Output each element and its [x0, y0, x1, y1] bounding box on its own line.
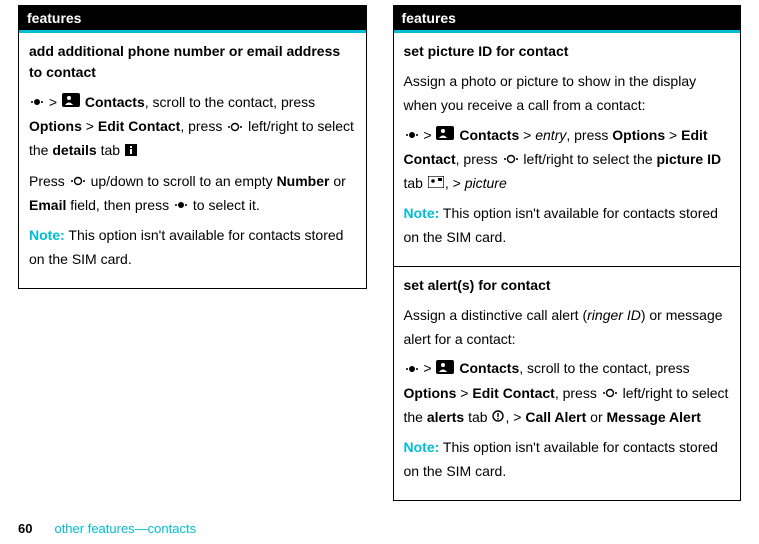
left-step-2: Press up/down to scroll to an empty Numb…	[29, 170, 356, 218]
t: tab	[404, 175, 427, 191]
t: , scroll to the contact, press	[519, 360, 689, 376]
ringer-id-label: ringer ID	[587, 307, 641, 323]
page-footer: 60 other features—contacts	[18, 521, 196, 536]
t: or	[586, 409, 606, 425]
right-section-1: set picture ID for contact Assign a phot…	[394, 33, 741, 267]
right-section-1-desc: Assign a photo or picture to show in the…	[404, 70, 731, 118]
note-text: This option isn't available for contacts…	[404, 439, 718, 479]
contacts-app-icon	[62, 91, 80, 115]
edit-contact-label: Edit Contact	[472, 385, 554, 401]
t: , >	[505, 409, 525, 425]
picture-id-label: picture ID	[657, 151, 722, 167]
t: tab	[464, 409, 491, 425]
contacts-label: Contacts	[459, 127, 519, 143]
t: , press	[566, 127, 612, 143]
contacts-label: Contacts	[459, 360, 519, 376]
t: , press	[456, 151, 502, 167]
center-key-icon	[405, 124, 419, 148]
t: >	[519, 127, 535, 143]
details-tab-icon	[125, 140, 137, 164]
t: , press	[555, 385, 601, 401]
right-step-1: > Contacts > entry, press Options > Edit…	[404, 124, 731, 197]
number-label: Number	[277, 173, 330, 189]
right-section-2-title: set alert(s) for contact	[404, 275, 731, 296]
t: field, then press	[66, 197, 173, 213]
t: >	[420, 360, 436, 376]
contacts-app-icon	[436, 124, 454, 148]
footer-breadcrumb: other features—contacts	[54, 521, 196, 536]
options-label: Options	[612, 127, 665, 143]
center-key-icon	[174, 194, 188, 218]
email-label: Email	[29, 197, 66, 213]
right-step-2: > Contacts, scroll to the contact, press…	[404, 357, 731, 430]
t: >	[45, 94, 61, 110]
center-key-icon	[405, 358, 419, 382]
left-header: features	[19, 6, 366, 30]
right-section-1-title: set picture ID for contact	[404, 41, 731, 62]
t: left/right to select the	[520, 151, 657, 167]
page-number: 60	[18, 521, 32, 536]
t: to select it.	[189, 197, 260, 213]
t: Press	[29, 173, 69, 189]
contacts-label: Contacts	[85, 94, 145, 110]
right-section-2-desc: Assign a distinctive call alert (ringer …	[404, 304, 731, 352]
right-section-2: set alert(s) for contact Assign a distin…	[394, 267, 741, 500]
t: >	[456, 385, 472, 401]
nav-key-icon	[227, 116, 243, 140]
right-note-1: Note: This option isn't available for co…	[404, 202, 731, 250]
t: >	[665, 127, 681, 143]
center-key-icon	[30, 91, 44, 115]
options-label: Options	[404, 385, 457, 401]
left-note: Note: This option isn't available for co…	[29, 224, 356, 272]
note-text: This option isn't available for contacts…	[404, 205, 718, 245]
t: Assign a distinctive call alert (	[404, 307, 588, 323]
call-alert-label: Call Alert	[525, 409, 586, 425]
t: tab	[97, 142, 124, 158]
t: , scroll to the contact, press	[145, 94, 315, 110]
picture-label: picture	[465, 175, 507, 191]
t: or	[329, 173, 345, 189]
contacts-app-icon	[436, 358, 454, 382]
t: , press	[180, 118, 226, 134]
right-header: features	[394, 6, 741, 30]
entry-label: entry	[535, 127, 566, 143]
picture-tab-icon	[428, 172, 444, 196]
t: , >	[445, 175, 465, 191]
left-column: features add additional phone number or …	[18, 5, 367, 289]
options-label: Options	[29, 118, 82, 134]
message-alert-label: Message Alert	[607, 409, 701, 425]
note-label: Note:	[404, 439, 440, 455]
details-label: details	[52, 142, 96, 158]
note-text: This option isn't available for contacts…	[29, 227, 343, 267]
nav-key-icon	[70, 170, 86, 194]
nav-key-icon	[602, 382, 618, 406]
note-label: Note:	[404, 205, 440, 221]
edit-contact-label: Edit Contact	[98, 118, 180, 134]
t: up/down to scroll to an empty	[87, 173, 277, 189]
left-section-1: add additional phone number or email add…	[19, 33, 366, 288]
alerts-tab-icon	[492, 406, 504, 430]
left-step-1: > Contacts, scroll to the contact, press…	[29, 91, 356, 164]
note-label: Note:	[29, 227, 65, 243]
left-section-1-title: add additional phone number or email add…	[29, 41, 356, 83]
alerts-label: alerts	[427, 409, 464, 425]
right-note-2: Note: This option isn't available for co…	[404, 436, 731, 484]
nav-key-icon	[503, 148, 519, 172]
right-column: features set picture ID for contact Assi…	[393, 5, 742, 501]
t: >	[82, 118, 98, 134]
t: >	[420, 127, 436, 143]
